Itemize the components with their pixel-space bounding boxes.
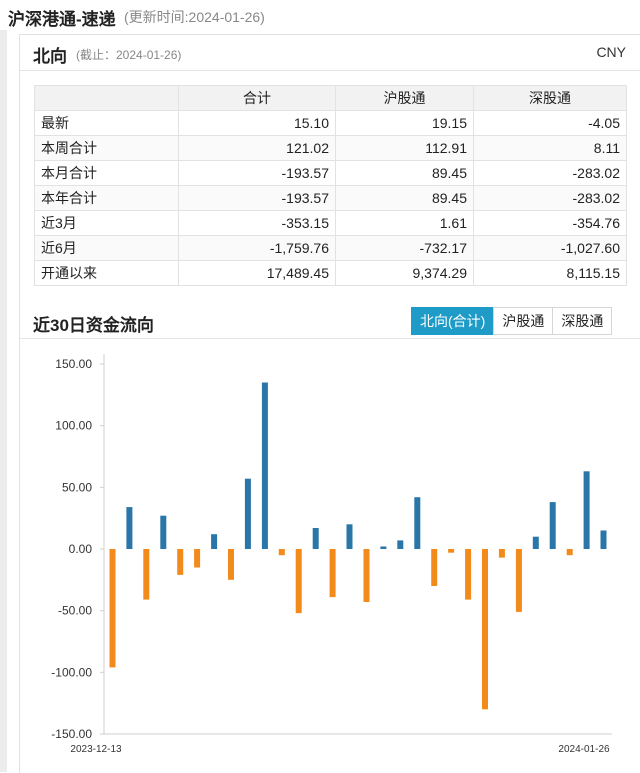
y-tick-label: -100.00 <box>51 665 92 679</box>
bar[interactable] <box>329 549 336 598</box>
table-cell: -193.57 <box>178 185 336 211</box>
table-cell: -354.76 <box>473 210 627 236</box>
bar[interactable] <box>431 549 438 586</box>
table-cell: 17,489.45 <box>178 260 336 286</box>
y-tick-label: 100.00 <box>55 419 92 433</box>
top-bar: 沪深港通-速递 (更新时间:2024-01-26) <box>0 0 640 30</box>
update-time: (更新时间:2024-01-26) <box>124 9 265 25</box>
y-tick-label: -150.00 <box>51 727 92 741</box>
panel-date: (截止：2024-01-26) <box>76 48 182 62</box>
table-cell: 8,115.15 <box>473 260 627 286</box>
bar[interactable] <box>448 549 455 553</box>
row-label: 本月合计 <box>34 160 179 186</box>
bar[interactable] <box>498 549 505 558</box>
flow-section-title: 近30日资金流向 <box>33 316 154 335</box>
table-header-row: 合计 沪股通 深股通 <box>34 85 627 111</box>
table-row: 开通以来 17,489.45 9,374.29 8,115.15 <box>34 260 627 286</box>
bar[interactable] <box>261 382 268 550</box>
bar[interactable] <box>160 515 167 549</box>
table-cell: 19.15 <box>335 110 474 136</box>
bar[interactable] <box>346 524 353 549</box>
divider <box>20 70 640 71</box>
table-row: 本周合计 121.02 112.91 8.11 <box>34 135 627 161</box>
bar[interactable] <box>600 530 607 550</box>
bar[interactable] <box>566 549 573 556</box>
bar[interactable] <box>482 549 488 710</box>
bar[interactable] <box>126 507 133 549</box>
bar[interactable] <box>414 497 421 549</box>
row-label: 本周合计 <box>34 135 179 161</box>
table-cell: 121.02 <box>178 135 336 161</box>
column-header <box>34 85 179 111</box>
tab-sz-connect[interactable]: 深股通 <box>552 307 613 335</box>
bar[interactable] <box>194 549 201 568</box>
bar[interactable] <box>465 549 472 600</box>
bar[interactable] <box>363 549 370 602</box>
row-label: 近3月 <box>34 210 179 236</box>
table-cell: -353.15 <box>178 210 336 236</box>
page-title: 沪深港通-速递 <box>8 10 116 29</box>
bar[interactable] <box>211 534 218 549</box>
currency-label: CNY <box>596 44 626 60</box>
table-cell: 9,374.29 <box>335 260 474 286</box>
bar[interactable] <box>109 549 116 668</box>
table-row: 近6月 -1,759.76 -732.17 -1,027.60 <box>34 235 627 261</box>
flow-tabs: 北向(合计) 沪股通 深股通 <box>411 307 613 335</box>
bar[interactable] <box>143 549 150 600</box>
table-cell: -283.02 <box>473 160 627 186</box>
table-cell: -4.05 <box>473 110 627 136</box>
bar[interactable] <box>312 528 319 549</box>
table-cell: 112.91 <box>335 135 474 161</box>
column-header-sh: 沪股通 <box>335 85 474 111</box>
table-cell: -1,027.60 <box>473 235 627 261</box>
bar[interactable] <box>515 549 522 612</box>
y-tick-label: -50.00 <box>58 604 92 618</box>
flow-bar-chart: 150.00 100.00 50.00 0.00 -50.00 -100.00 -150.0… <box>51 354 612 755</box>
bar[interactable] <box>380 546 387 550</box>
row-label: 开通以来 <box>34 260 179 286</box>
summary-table: 合计 沪股通 深股通 最新 15.10 19.15 -4.05 本周合计 121.02 11… <box>34 85 627 286</box>
table-cell: 8.11 <box>473 135 627 161</box>
table-cell: 89.45 <box>335 160 474 186</box>
bar[interactable] <box>244 478 251 549</box>
bar[interactable] <box>177 549 184 575</box>
table-cell: -283.02 <box>473 185 627 211</box>
tab-sh-connect[interactable]: 沪股通 <box>493 307 554 335</box>
tab-northbound-total[interactable]: 北向(合计) <box>411 307 495 335</box>
column-header-sz: 深股通 <box>473 85 627 111</box>
y-tick-label: 0.00 <box>69 542 93 556</box>
row-label: 最新 <box>34 110 179 136</box>
table-cell: -732.17 <box>335 235 474 261</box>
table-row: 近3月 -353.15 1.61 -354.76 <box>34 210 627 236</box>
table-cell: 15.10 <box>178 110 336 136</box>
bar[interactable] <box>583 471 590 549</box>
panel-title: 北向 <box>33 47 67 66</box>
column-header-total: 合计 <box>178 85 336 111</box>
table-cell: 89.45 <box>335 185 474 211</box>
bar[interactable] <box>228 549 234 580</box>
row-label: 本年合计 <box>34 185 179 211</box>
bar[interactable] <box>295 549 302 614</box>
table-cell: -193.57 <box>178 160 336 186</box>
table-cell: -1,759.76 <box>178 235 336 261</box>
table-cell: 1.61 <box>335 210 474 236</box>
y-tick-label: 150.00 <box>55 357 92 371</box>
x-start-label: 2023-12-13 <box>70 744 122 755</box>
x-end-label: 2024-01-26 <box>558 744 610 755</box>
bar[interactable] <box>397 540 404 549</box>
bar[interactable] <box>278 549 285 556</box>
table-row: 本年合计 -193.57 89.45 -283.02 <box>34 185 627 211</box>
table-row: 最新 15.10 19.15 -4.05 <box>34 110 627 136</box>
divider <box>20 338 640 339</box>
y-tick-label: 50.00 <box>62 480 92 494</box>
row-label: 近6月 <box>34 235 179 261</box>
table-row: 本月合计 -193.57 89.45 -283.02 <box>34 160 627 186</box>
bar[interactable] <box>549 502 556 549</box>
bar[interactable] <box>532 536 539 549</box>
